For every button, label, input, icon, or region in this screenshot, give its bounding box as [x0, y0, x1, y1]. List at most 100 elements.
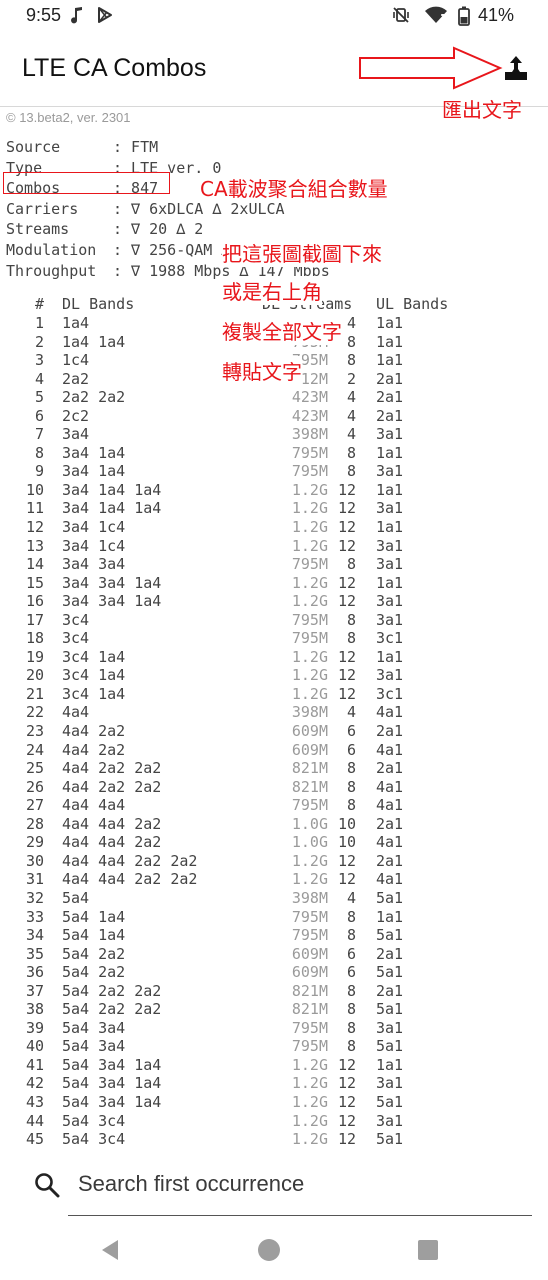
table-row: 8 3a4 1a4 795M 8 1a1 — [0, 444, 548, 463]
row-dl-streams: 8 — [346, 907, 356, 926]
row-dl-rate: 795M — [291, 796, 328, 815]
search-icon[interactable] — [34, 1172, 60, 1198]
row-dl-bands: 2a2 — [62, 369, 90, 388]
row-number: 38 — [25, 1000, 44, 1019]
row-dl-bands: 1a4 — [62, 314, 90, 332]
table-row: 19 3c4 1a4 1.2G 12 1a1 — [0, 648, 548, 667]
row-dl-rate: 1.2G — [291, 499, 328, 518]
table-row: 41 5a4 3a4 1a4 1.2G 12 1a1 — [0, 1056, 548, 1075]
row-dl-streams: 12 — [337, 684, 356, 703]
row-dl-rate: 795M — [291, 907, 328, 926]
home-button[interactable] — [257, 1238, 281, 1262]
row-dl-bands: 3a4 1c4 — [62, 536, 126, 555]
row-dl-streams: 2 — [346, 369, 356, 388]
info-value: : ∇ 20 ∆ 2 — [113, 220, 204, 239]
export-button[interactable] — [500, 52, 532, 84]
row-number: 27 — [25, 796, 44, 815]
table-row: 42 5a4 3a4 1a4 1.2G 12 3a1 — [0, 1074, 548, 1093]
row-number: 30 — [25, 851, 44, 870]
row-dl-rate: 1.0G — [291, 833, 328, 852]
row-dl-streams: 12 — [337, 1092, 356, 1111]
row-dl-streams: 12 — [337, 480, 356, 499]
row-dl-rate: 795M — [291, 462, 328, 481]
row-dl-rate: 1.2G — [291, 1130, 328, 1149]
row-dl-streams: 4 — [346, 406, 356, 425]
row-number: 4 — [34, 369, 44, 388]
recents-button[interactable] — [416, 1238, 440, 1262]
row-dl-bands: 5a4 2a2 2a2 — [62, 1000, 162, 1019]
table-row: 32 5a4 398M 4 5a1 — [0, 889, 548, 908]
row-ul-bands: 5a1 — [376, 888, 404, 907]
info-key: Carriers — [6, 199, 79, 218]
row-dl-bands: 3a4 — [62, 425, 90, 444]
row-ul-bands: 1a1 — [376, 480, 404, 499]
row-number: 17 — [25, 610, 44, 629]
row-ul-bands: 2a1 — [376, 369, 404, 388]
search-input[interactable] — [78, 1166, 528, 1202]
row-number: 20 — [25, 666, 44, 685]
row-ul-bands: 3a1 — [376, 425, 404, 444]
annotation-line-3: 複製全部文字 — [222, 316, 342, 345]
table-row: 26 4a4 2a2 2a2 821M 8 4a1 — [0, 778, 548, 797]
table-row: 11 3a4 1a4 1a4 1.2G 12 3a1 — [0, 499, 548, 518]
row-ul-bands: 2a1 — [376, 406, 404, 425]
row-dl-rate: 1.2G — [291, 518, 328, 537]
wifi-icon: ? — [425, 6, 447, 23]
table-row: 33 5a4 1a4 795M 8 1a1 — [0, 908, 548, 927]
row-dl-rate: 1.2G — [291, 851, 328, 870]
row-dl-rate: 609M — [291, 722, 328, 741]
row-number: 15 — [25, 573, 44, 592]
table-row: 23 4a4 2a2 609M 6 2a1 — [0, 722, 548, 741]
row-dl-bands: 5a4 3a4 — [62, 1037, 126, 1056]
row-dl-rate: 398M — [291, 425, 328, 444]
status-bar: 9:55 ? 41% — [0, 0, 548, 32]
row-dl-bands: 5a4 3a4 — [62, 1018, 126, 1037]
row-dl-streams: 8 — [346, 351, 356, 370]
row-dl-streams: 10 — [337, 833, 356, 852]
row-dl-streams: 8 — [346, 443, 356, 462]
row-number: 13 — [25, 536, 44, 555]
battery-percent: 41% — [478, 5, 515, 25]
row-dl-bands: 5a4 2a2 — [62, 944, 126, 963]
table-row: 12 3a4 1c4 1.2G 12 1a1 — [0, 518, 548, 537]
combo-list[interactable]: 1 1a4 398M 4 1a1 2 1a4 1a4 795M 8 1a1 3 1c4 795M 8 1a1… — [0, 314, 548, 1152]
row-ul-bands: 3a1 — [376, 592, 404, 611]
table-row: 40 5a4 3a4 795M 8 5a1 — [0, 1037, 548, 1056]
row-number: 16 — [25, 592, 44, 611]
annotation-combos-box — [3, 172, 170, 194]
row-dl-bands: 3a4 3a4 1a4 — [62, 592, 162, 611]
table-row: 15 3a4 3a4 1a4 1.2G 12 1a1 — [0, 574, 548, 593]
row-dl-bands: 4a4 4a4 2a2 — [62, 814, 162, 833]
row-number: 9 — [34, 462, 44, 481]
row-ul-bands: 3a1 — [376, 666, 404, 685]
row-dl-rate: 795M — [291, 610, 328, 629]
table-row: 24 4a4 2a2 609M 6 4a1 — [0, 741, 548, 760]
row-dl-rate: 1.2G — [291, 573, 328, 592]
row-dl-streams: 12 — [337, 592, 356, 611]
row-number: 12 — [25, 518, 44, 537]
row-number: 41 — [25, 1055, 44, 1074]
row-dl-streams: 4 — [346, 888, 356, 907]
table-row: 45 5a4 3c4 1.2G 12 5a1 — [0, 1130, 548, 1149]
row-number: 1 — [34, 314, 44, 332]
row-ul-bands: 2a1 — [376, 759, 404, 778]
table-row: 37 5a4 2a2 2a2 821M 8 2a1 — [0, 982, 548, 1001]
row-ul-bands: 3a1 — [376, 1018, 404, 1037]
back-button[interactable] — [98, 1238, 122, 1262]
row-dl-streams: 12 — [337, 1055, 356, 1074]
row-dl-bands: 3a4 1a4 1a4 — [62, 499, 162, 518]
row-ul-bands: 4a1 — [376, 777, 404, 796]
row-ul-bands: 1a1 — [376, 907, 404, 926]
row-ul-bands: 4a1 — [376, 870, 404, 889]
row-dl-bands: 3c4 — [62, 610, 90, 629]
row-number: 31 — [25, 870, 44, 889]
row-dl-bands: 4a4 2a2 — [62, 740, 126, 759]
annotation-line-4: 轉貼文字 — [222, 356, 302, 385]
info-key: Modulation — [6, 240, 97, 259]
row-dl-bands: 5a4 3a4 1a4 — [62, 1055, 162, 1074]
row-number: 6 — [34, 406, 44, 425]
table-row: 39 5a4 3a4 795M 8 3a1 — [0, 1019, 548, 1038]
row-dl-rate: 1.2G — [291, 592, 328, 611]
row-dl-rate: 821M — [291, 1000, 328, 1019]
home-circle-icon — [258, 1239, 280, 1261]
